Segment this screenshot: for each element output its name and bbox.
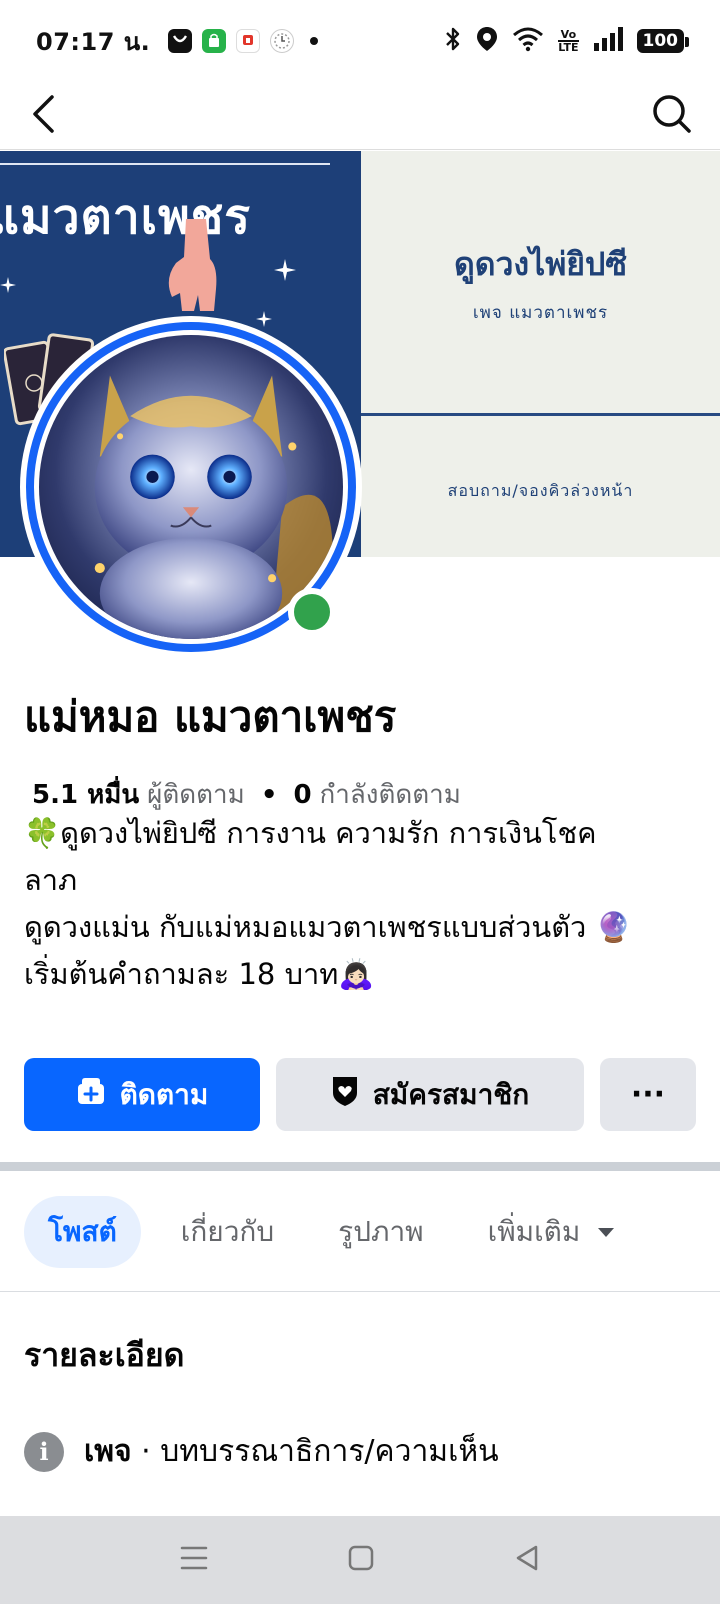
home-icon[interactable] [348, 1545, 374, 1575]
shield-heart-icon [331, 1075, 359, 1114]
cover-right-cta: สอบถาม/จองคิวล่วงหน้า [447, 481, 634, 500]
bio-line: ดูดวงแม่น กับแม่หมอแมวตาเพชรแบบส่วนตัว 🔮 [24, 910, 632, 944]
follow-icon [76, 1076, 106, 1113]
cover-right-panel: ดูดวงไพ่ยิปซี เพจ แมวตาเพชร สอบถาม/จองคิ… [361, 151, 720, 557]
tab-about[interactable]: เกี่ยวกับ [157, 1196, 298, 1268]
back-icon[interactable] [514, 1544, 540, 1576]
signal-icon [593, 27, 623, 55]
more-options-button[interactable]: ··· [600, 1058, 696, 1131]
section-divider [0, 1162, 720, 1171]
subscribe-button[interactable]: สมัครสมาชิก [276, 1058, 584, 1131]
more-icon: ··· [630, 1077, 666, 1112]
followers-label: ผู้ติดตาม [147, 780, 245, 810]
following-count: 0 [293, 779, 312, 810]
sparkle-icon [0, 277, 16, 293]
bluetooth-icon [444, 26, 462, 56]
sparkle-icon [256, 311, 272, 327]
clock-app-icon [270, 29, 295, 53]
page-category-value: · บทบรรณาธิการ/ความเห็น [141, 1434, 499, 1469]
tab-more-label: เพิ่มเติม [487, 1215, 581, 1248]
tab-more[interactable]: เพิ่มเติม [464, 1196, 639, 1268]
page-category-row: i เพจ · บทบรรณาธิการ/ความเห็น [24, 1428, 499, 1475]
following-label: กำลังติดตาม [319, 780, 461, 810]
cover-right-divider [361, 413, 720, 416]
volte-icon: Vo LTE [558, 28, 579, 54]
tab-posts[interactable]: โพสต์ [24, 1196, 141, 1268]
follow-button[interactable]: ติดตาม [24, 1058, 260, 1131]
status-bar: 07:17 น. Vo LTE 100 [0, 0, 720, 82]
battery-indicator: 100 [636, 29, 689, 53]
app-bar [0, 82, 720, 150]
bio-line: เริ่มต้นคำถามละ 18 บาท🙇🏻‍♀️ [24, 957, 375, 991]
cover-right-subtitle: เพจ แมวตาเพชร [472, 303, 609, 323]
notification-icons [168, 29, 319, 53]
stats-separator: • [260, 779, 278, 810]
info-icon: i [24, 1431, 64, 1472]
followers-count: 5.1 หมื่น [32, 780, 140, 810]
system-icons: Vo LTE 100 [444, 26, 689, 56]
menu-icon[interactable] [180, 1545, 208, 1575]
cover-right-title: ดูดวงไพ่ยิปซี [453, 245, 628, 283]
status-time: 07:17 น. [36, 27, 151, 56]
page-title: แม่หมอ แมวตาเพชร [24, 692, 397, 741]
shopping-bag-icon [202, 29, 227, 53]
page-type-label: เพจ [84, 1434, 132, 1469]
chevron-down-icon [598, 1227, 615, 1237]
tabs-divider [0, 1291, 720, 1292]
system-navigation-bar [0, 1516, 720, 1604]
search-icon[interactable] [652, 94, 692, 138]
cover-divider [0, 163, 330, 165]
tab-photos[interactable]: รูปภาพ [314, 1196, 447, 1268]
follow-label: ติดตาม [119, 1077, 209, 1111]
bio-line: 🍀ดูดวงไพ่ยิปซี การงาน ความรัก การเงินโชค [24, 816, 597, 850]
page-bio: 🍀ดูดวงไพ่ยิปซี การงาน ความรัก การเงินโชค… [24, 810, 704, 998]
back-arrow-icon[interactable] [30, 94, 56, 138]
sparkle-icon [274, 259, 296, 281]
subscribe-label: สมัครสมาชิก [372, 1077, 530, 1111]
hand-illustration [168, 219, 217, 311]
wifi-icon [512, 26, 544, 56]
food-app-icon [236, 29, 261, 53]
more-notifications-dot [310, 37, 319, 45]
app-notification-icon [168, 29, 193, 53]
follower-stats[interactable]: 5.1 หมื่น ผู้ติดตาม • 0 กำลังติดตาม [32, 774, 461, 815]
online-status-indicator [288, 588, 336, 636]
details-heading: รายละเอียด [24, 1336, 185, 1374]
bio-line: ลาภ [24, 863, 78, 897]
page-category: เพจ · บทบรรณาธิการ/ความเห็น [84, 1428, 499, 1475]
profile-tabs: โพสต์ เกี่ยวกับ รูปภาพ เพิ่มเติม [24, 1196, 654, 1268]
location-icon [476, 26, 498, 56]
